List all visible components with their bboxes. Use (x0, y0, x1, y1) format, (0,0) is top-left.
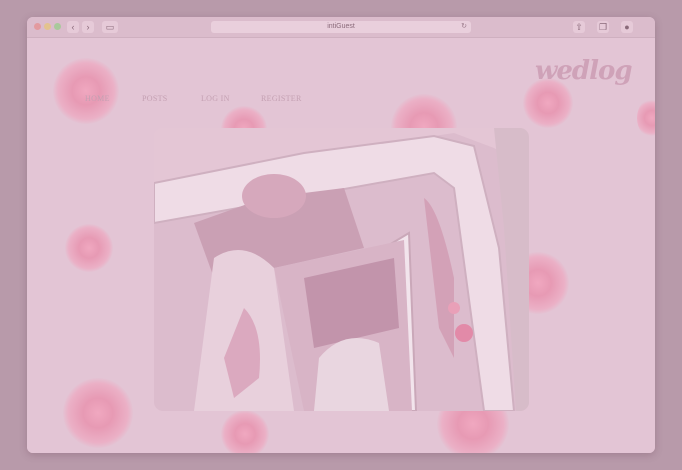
browser-toolbar: ‹ › ▭ intiGuest ↻ ⇧ ❐ ● (27, 17, 655, 38)
flower-decoration-icon (53, 58, 119, 124)
address-bar[interactable]: intiGuest ↻ (211, 21, 471, 33)
share-icon[interactable]: ⇧ (573, 21, 585, 33)
flower-decoration-icon (63, 378, 133, 448)
back-icon[interactable]: ‹ (67, 21, 79, 33)
extension-icon[interactable]: ● (621, 21, 633, 33)
zoom-window-button[interactable] (54, 23, 61, 30)
minimize-window-button[interactable] (44, 23, 51, 30)
nav-login-link[interactable]: LOG IN (201, 94, 230, 103)
address-text: intiGuest (327, 23, 355, 30)
page-content: wedlog HOME POSTS LOG IN REGISTER (27, 38, 655, 453)
sidebar-icon[interactable]: ▭ (102, 21, 118, 33)
tabs-icon[interactable]: ❐ (597, 21, 609, 33)
reload-icon[interactable]: ↻ (461, 21, 467, 33)
nav-register-link[interactable]: REGISTER (261, 94, 302, 103)
site-logo[interactable]: wedlog (535, 56, 633, 86)
nav-home-link[interactable]: HOME (85, 94, 110, 103)
nav-posts-link[interactable]: POSTS (142, 94, 168, 103)
flower-decoration-icon (221, 410, 269, 453)
flower-decoration-icon (65, 224, 113, 272)
browser-window: ‹ › ▭ intiGuest ↻ ⇧ ❐ ● wedlog HOME POST… (27, 17, 655, 453)
forward-icon[interactable]: › (82, 21, 94, 33)
flower-decoration-icon (637, 98, 655, 138)
wedding-couple-car-photo-icon (154, 128, 529, 411)
close-window-button[interactable] (34, 23, 41, 30)
hero-photo (154, 128, 529, 411)
